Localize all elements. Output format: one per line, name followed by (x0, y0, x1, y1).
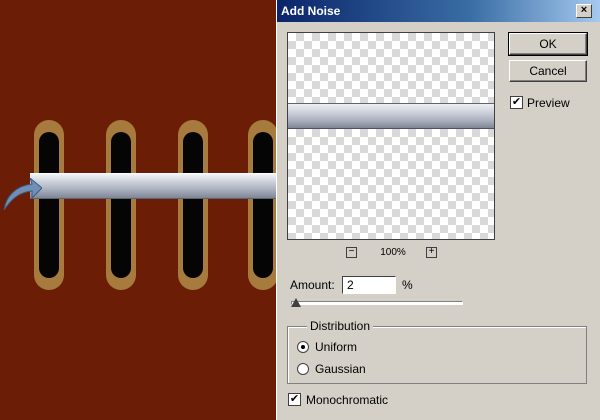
radio-selected-dot (301, 345, 305, 349)
lace-hole (248, 120, 276, 290)
lace-curl-shape (3, 178, 42, 211)
cancel-button[interactable]: Cancel (509, 60, 587, 82)
lace-hole (178, 120, 208, 290)
preview-area[interactable] (287, 32, 495, 240)
zoom-controls: − 100% + (287, 246, 495, 260)
uniform-label: Uniform (315, 340, 358, 354)
minus-icon: − (348, 246, 355, 257)
amount-input[interactable]: 2 (342, 276, 396, 294)
checkmark-icon: ✔ (289, 393, 300, 405)
uniform-radio[interactable] (297, 341, 309, 353)
add-noise-dialog: Add Noise × − 100% + OK Cancel ✔ Preview… (276, 0, 600, 420)
dialog-title: Add Noise (281, 4, 341, 18)
ok-button[interactable]: OK (508, 32, 588, 56)
preview-label: Preview (527, 96, 570, 110)
preview-checkbox[interactable]: ✔ (510, 96, 523, 109)
monochromatic-label: Monochromatic (306, 393, 389, 407)
monochromatic-checkbox[interactable]: ✔ (288, 393, 301, 406)
preview-lace-bar (288, 103, 494, 129)
close-icon: × (580, 4, 588, 16)
amount-slider-track[interactable] (291, 301, 463, 305)
zoom-in-button[interactable]: + (426, 247, 437, 258)
distribution-title: Distribution (307, 319, 374, 333)
gaussian-radio[interactable] (297, 363, 309, 375)
zoom-level: 100% (380, 247, 406, 258)
amount-label: Amount: (290, 278, 335, 292)
gaussian-label: Gaussian (315, 362, 366, 376)
amount-value: 2 (347, 278, 354, 292)
close-button[interactable]: × (576, 4, 592, 18)
dialog-titlebar[interactable]: Add Noise (277, 0, 600, 22)
document-canvas (0, 0, 276, 420)
amount-slider-thumb[interactable] (290, 298, 301, 307)
plus-icon: + (428, 246, 435, 257)
checkmark-icon: ✔ (511, 96, 522, 108)
amount-unit: % (402, 278, 413, 292)
lace-bar (30, 173, 276, 199)
lace-hole (106, 120, 136, 290)
zoom-out-button[interactable]: − (346, 247, 357, 258)
